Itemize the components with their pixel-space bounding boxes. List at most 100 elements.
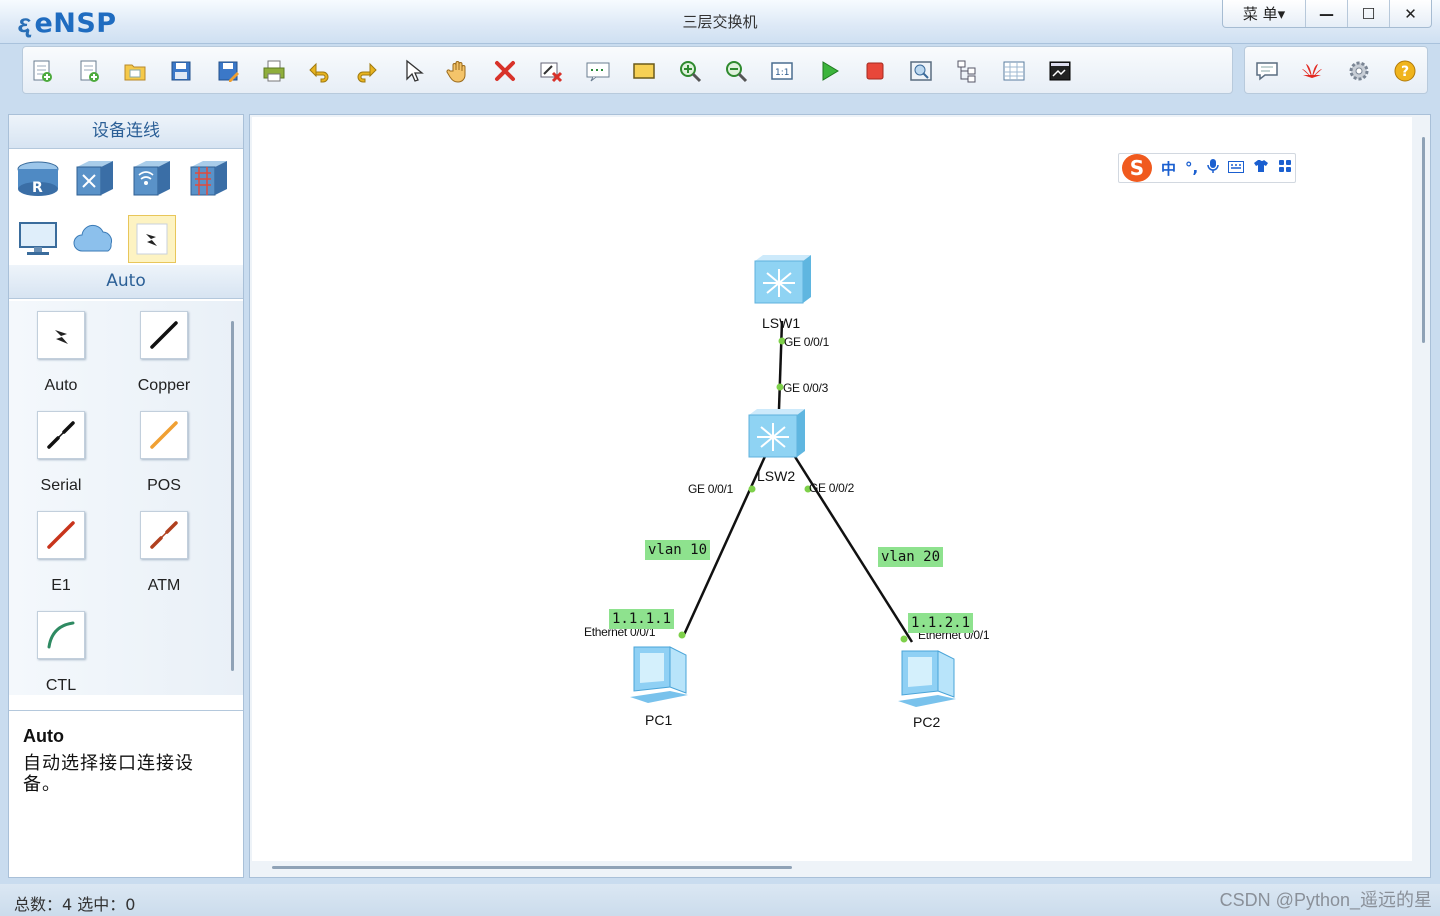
router-category-icon[interactable]: R: [14, 155, 62, 203]
save-as-icon[interactable]: [213, 56, 243, 86]
cable-item-serial[interactable]: Serial: [16, 411, 106, 495]
port-label: GE 0/0/2: [809, 481, 854, 495]
fit-view-icon[interactable]: 1:1: [767, 56, 797, 86]
settings-icon[interactable]: [1344, 56, 1374, 86]
select-icon[interactable]: [398, 56, 428, 86]
device-label-pc1: PC1: [645, 712, 673, 728]
stop-device-icon[interactable]: [860, 56, 890, 86]
add-text-icon[interactable]: [583, 56, 613, 86]
cable-item-pos[interactable]: POS: [119, 411, 209, 495]
cable-item-copper[interactable]: Copper: [119, 311, 209, 395]
switch-icon[interactable]: [748, 409, 805, 458]
device-label-lsw2: LSW2: [757, 468, 796, 484]
firewall-category-icon[interactable]: [185, 155, 233, 203]
print-icon[interactable]: [259, 56, 289, 86]
link-lsw1-lsw2[interactable]: [777, 320, 784, 410]
keyboard-icon[interactable]: [1228, 159, 1245, 177]
ime-punctuation[interactable]: °,: [1185, 159, 1198, 177]
serial-cable-icon: [37, 411, 85, 459]
switch-category-icon[interactable]: [71, 155, 119, 203]
right-toolbar: ?: [1244, 46, 1428, 94]
grid-icon[interactable]: [999, 56, 1029, 86]
topology-tree-icon[interactable]: [952, 56, 982, 86]
horizontal-scrollbar[interactable]: [272, 866, 792, 869]
capture-data-icon[interactable]: [906, 56, 936, 86]
save-icon[interactable]: [166, 56, 196, 86]
ime-toolbar[interactable]: S 中 °,: [1118, 153, 1296, 183]
open-icon[interactable]: [120, 56, 150, 86]
device-label-pc2: PC2: [913, 714, 941, 730]
redo-icon[interactable]: [351, 56, 381, 86]
wireless-category-icon[interactable]: [128, 155, 176, 203]
maximize-button[interactable]: ☐: [1347, 0, 1389, 27]
message-icon[interactable]: [1252, 56, 1282, 86]
auto-cable-icon: [37, 311, 85, 359]
add-rectangle-icon[interactable]: [629, 56, 659, 86]
zoom-out-icon[interactable]: [721, 56, 751, 86]
cable-label: Serial: [40, 477, 82, 494]
close-button[interactable]: ✕: [1389, 0, 1431, 27]
port-dot: [678, 631, 686, 639]
watermark: CSDN @Python_遥远的星: [1219, 890, 1432, 910]
cable-description: Auto 自动选择接口连接设备。: [9, 710, 243, 877]
pc-category-icon[interactable]: [14, 215, 62, 263]
app-logo: ᶓ eNSP: [18, 6, 117, 40]
cable-label: ATM: [147, 577, 181, 594]
cloud-category-icon[interactable]: [71, 215, 119, 263]
cable-item-auto[interactable]: Auto: [16, 311, 106, 395]
skin-shirt-icon[interactable]: [1253, 159, 1269, 177]
microphone-icon[interactable]: [1207, 158, 1219, 178]
port-dot: [900, 635, 908, 643]
port-dot: [748, 485, 756, 493]
console-icon[interactable]: [1045, 56, 1075, 86]
cable-label: Copper: [137, 377, 191, 394]
cable-label: CTL: [45, 677, 77, 694]
cable-label: POS: [147, 477, 181, 494]
help-icon[interactable]: ?: [1390, 56, 1420, 86]
pos-cable-icon: [140, 411, 188, 459]
cable-label: E1: [51, 577, 71, 594]
connection-category-icon[interactable]: [128, 215, 176, 263]
ctl-cable-icon: [37, 611, 85, 659]
new-topology-icon[interactable]: [27, 56, 57, 86]
port-label: GE 0/0/1: [688, 482, 733, 496]
zoom-in-icon[interactable]: [675, 56, 705, 86]
device-panel-title: 设备连线: [9, 115, 243, 149]
app-logo-text: eNSP: [34, 7, 117, 39]
delete-icon[interactable]: [490, 56, 520, 86]
ime-mode[interactable]: 中: [1161, 158, 1176, 179]
copper-cable-icon: [140, 311, 188, 359]
cable-item-atm[interactable]: ATM: [119, 511, 209, 595]
vlan-10-tag[interactable]: vlan 10: [645, 540, 711, 560]
pc1-ip-tag[interactable]: 1.1.1.1: [609, 609, 675, 629]
new-topology-copy-icon[interactable]: [74, 56, 104, 86]
undo-icon[interactable]: [305, 56, 335, 86]
pc-icon[interactable]: [898, 650, 956, 707]
start-device-icon[interactable]: [814, 56, 844, 86]
toolbox-grid-icon[interactable]: [1278, 159, 1292, 177]
menu-button[interactable]: 菜 单▾: [1223, 0, 1305, 27]
cable-item-ctl[interactable]: CTL: [16, 611, 106, 695]
sogou-logo-icon: S: [1122, 154, 1152, 182]
cable-section-title: Auto: [9, 265, 243, 299]
cable-label: Auto: [44, 377, 78, 394]
pc-icon[interactable]: [630, 646, 688, 703]
svg-text:R: R: [32, 180, 43, 196]
delete-all-links-icon[interactable]: [536, 56, 566, 86]
vlan-20-tag[interactable]: vlan 20: [878, 547, 944, 567]
cable-list-scrollbar[interactable]: [231, 321, 234, 671]
switch-icon[interactable]: [754, 255, 811, 304]
cable-item-e1[interactable]: E1: [16, 511, 106, 595]
ensp-logo-icon: ᶓ: [18, 8, 31, 39]
huawei-icon[interactable]: [1297, 56, 1327, 86]
pc2-ip-tag[interactable]: 1.1.2.1: [908, 613, 974, 633]
port-label: GE 0/0/3: [783, 381, 828, 395]
e1-cable-icon: [37, 511, 85, 559]
device-panel: 设备连线 R Auto Auto Copper Serial POS E1 AT…: [8, 114, 244, 878]
pan-hand-icon[interactable]: [444, 56, 474, 86]
topology-workspace[interactable]: LSW1 LSW2 PC1 PC2 GE 0/0/1 GE 0/0/3 GE 0…: [252, 117, 1412, 861]
svg-text:?: ?: [1401, 64, 1409, 80]
vertical-scrollbar[interactable]: [1422, 137, 1425, 343]
minimize-button[interactable]: —: [1305, 0, 1347, 27]
cable-list: Auto Copper Serial POS E1 ATM CTL: [9, 301, 243, 695]
